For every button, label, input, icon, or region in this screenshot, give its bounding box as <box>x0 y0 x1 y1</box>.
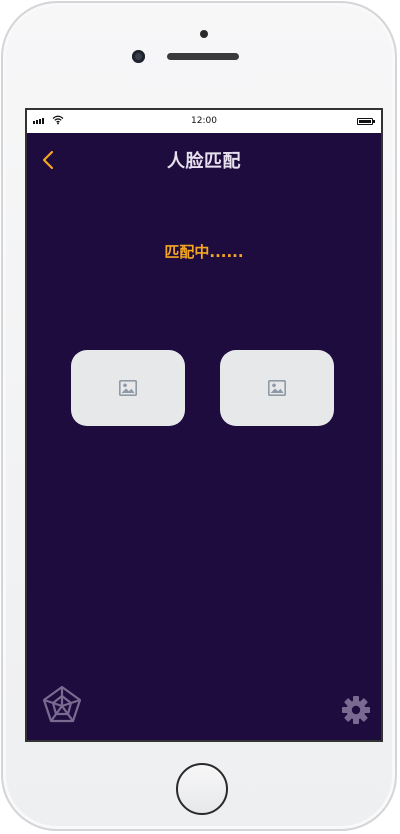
gear-icon[interactable] <box>341 695 371 725</box>
matching-status: 匹配中...... <box>164 243 244 261</box>
status-bar: 12:00 <box>27 110 381 133</box>
battery-icon <box>357 118 375 125</box>
front-sensor <box>200 30 208 38</box>
home-button[interactable] <box>176 763 228 815</box>
page-title: 人脸匹配 <box>167 151 241 172</box>
pentagon-radar-icon[interactable] <box>41 684 83 726</box>
front-camera <box>132 50 145 63</box>
status-time: 12:00 <box>191 116 217 126</box>
image-placeholder-icon <box>268 380 286 396</box>
phone-frame: 12:00 人脸匹配 匹配中...... <box>1 1 397 831</box>
face-image-left[interactable] <box>71 350 185 426</box>
image-placeholder-icon <box>119 380 137 396</box>
app-screen: 12:00 人脸匹配 匹配中...... <box>25 108 383 742</box>
earpiece-speaker <box>167 53 239 60</box>
face-image-right[interactable] <box>220 350 334 426</box>
